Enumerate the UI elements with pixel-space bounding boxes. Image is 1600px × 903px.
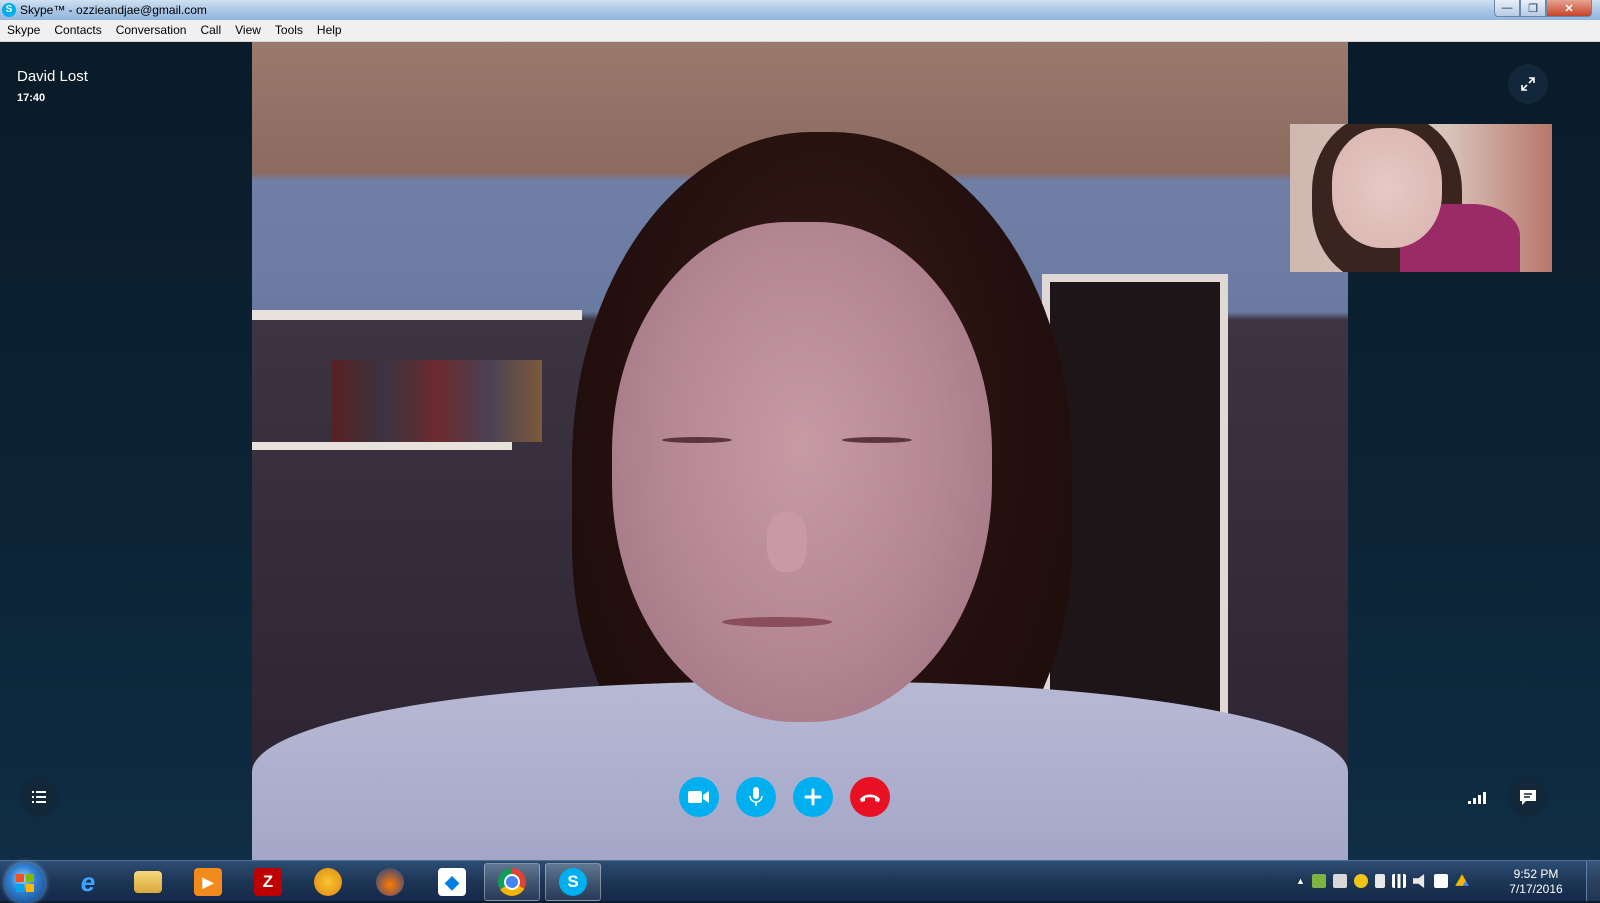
chat-button[interactable]: [1508, 777, 1548, 817]
call-duration: 17:40: [17, 92, 46, 104]
video-person-eye-right: [842, 437, 912, 443]
video-shelf: [252, 310, 582, 320]
call-window: David Lost 17:40: [0, 42, 1600, 860]
taskbar-skype[interactable]: S: [545, 863, 601, 901]
add-button[interactable]: [793, 777, 833, 817]
tray-volume-icon[interactable]: [1412, 874, 1425, 888]
video-person-nose: [767, 512, 807, 572]
menu-help[interactable]: Help: [310, 20, 349, 41]
windows-taskbar: e ▶ Z ◆ S ▲ 9:52 PM 7/17/2016: [0, 860, 1600, 903]
tray-signal-icon[interactable]: [1391, 874, 1406, 888]
plus-icon: [804, 788, 822, 806]
media-player-icon: ▶: [194, 868, 222, 896]
menu-conversation[interactable]: Conversation: [109, 20, 194, 41]
taskbar-filezilla[interactable]: Z: [240, 863, 296, 901]
taskbar-ie[interactable]: e: [60, 863, 116, 901]
remote-video-feed[interactable]: [252, 42, 1348, 860]
skype-app-icon[interactable]: S: [2, 3, 16, 17]
self-video-preview[interactable]: [1290, 124, 1552, 272]
video-person-eye-left: [662, 437, 732, 443]
dropbox-icon: ◆: [438, 868, 466, 896]
menu-skype[interactable]: Skype: [0, 20, 47, 41]
windows-flag-icon: [16, 874, 34, 892]
system-tray: ▲: [1296, 861, 1469, 901]
signal-strength-icon[interactable]: [1468, 790, 1490, 804]
minimize-button[interactable]: —: [1494, 0, 1520, 17]
video-books: [332, 360, 542, 442]
taskbar-audacity[interactable]: [362, 863, 418, 901]
hang-up-icon: [860, 794, 880, 802]
folder-icon: [134, 871, 162, 893]
menu-call[interactable]: Call: [193, 20, 228, 41]
call-left-panel: David Lost 17:40: [0, 42, 252, 860]
start-button[interactable]: [5, 863, 45, 903]
taskbar-explorer[interactable]: [120, 863, 176, 901]
hang-up-button[interactable]: [850, 777, 890, 817]
tray-flag-icon[interactable]: [1374, 874, 1385, 888]
chat-bubble-icon: [1520, 790, 1536, 805]
chrome-center-dot: [504, 874, 520, 890]
contact-name: David Lost: [17, 68, 88, 85]
tray-drive-icon[interactable]: [1454, 874, 1469, 886]
call-menu-button[interactable]: [19, 777, 59, 817]
restore-button[interactable]: ❐: [1520, 0, 1546, 17]
video-person-face: [612, 222, 992, 722]
tray-windows-icon[interactable]: [1433, 874, 1448, 888]
mute-button[interactable]: [736, 777, 776, 817]
menu-view[interactable]: View: [228, 20, 268, 41]
menu-tools[interactable]: Tools: [268, 20, 310, 41]
fruity-icon: [314, 868, 342, 896]
microphone-icon: [749, 787, 763, 806]
fullscreen-icon: [1521, 77, 1535, 91]
taskbar-chrome[interactable]: [484, 863, 540, 901]
video-toggle-button[interactable]: [679, 777, 719, 817]
window-title: Skype™ - ozzieandjae@gmail.com: [20, 3, 207, 17]
menu-contacts[interactable]: Contacts: [47, 20, 108, 41]
window-controls: — ❐ ✕: [1494, 0, 1592, 17]
fullscreen-button[interactable]: [1508, 64, 1548, 104]
video-shelf-lower: [252, 442, 512, 450]
self-video-face: [1332, 128, 1442, 248]
menu-bar: Skype Contacts Conversation Call View To…: [0, 20, 1600, 42]
tray-antivirus-icon[interactable]: [1353, 874, 1368, 888]
taskbar-fl-studio[interactable]: [300, 863, 356, 901]
taskbar-dropbox[interactable]: ◆: [424, 863, 480, 901]
filezilla-icon: Z: [254, 868, 282, 896]
close-button[interactable]: ✕: [1546, 0, 1592, 17]
audacity-icon: [376, 868, 404, 896]
clock-time: 9:52 PM: [1513, 867, 1559, 881]
chrome-icon: [498, 868, 526, 896]
clock-date: 7/17/2016: [1509, 882, 1563, 896]
taskbar-media-player[interactable]: ▶: [180, 863, 236, 901]
ie-icon: e: [80, 866, 96, 897]
skype-icon: S: [559, 868, 587, 896]
tray-expand-icon[interactable]: ▲: [1296, 876, 1305, 886]
video-person-mouth: [722, 617, 832, 627]
show-desktop-button[interactable]: [1586, 861, 1600, 901]
tray-network-icon[interactable]: [1311, 874, 1326, 888]
tray-device-icon[interactable]: [1332, 874, 1347, 888]
taskbar-clock[interactable]: 9:52 PM 7/17/2016: [1500, 867, 1572, 897]
list-icon: [32, 791, 46, 803]
window-title-bar[interactable]: S Skype™ - ozzieandjae@gmail.com — ❐ ✕: [0, 0, 1600, 20]
video-camera-icon: [688, 791, 709, 803]
